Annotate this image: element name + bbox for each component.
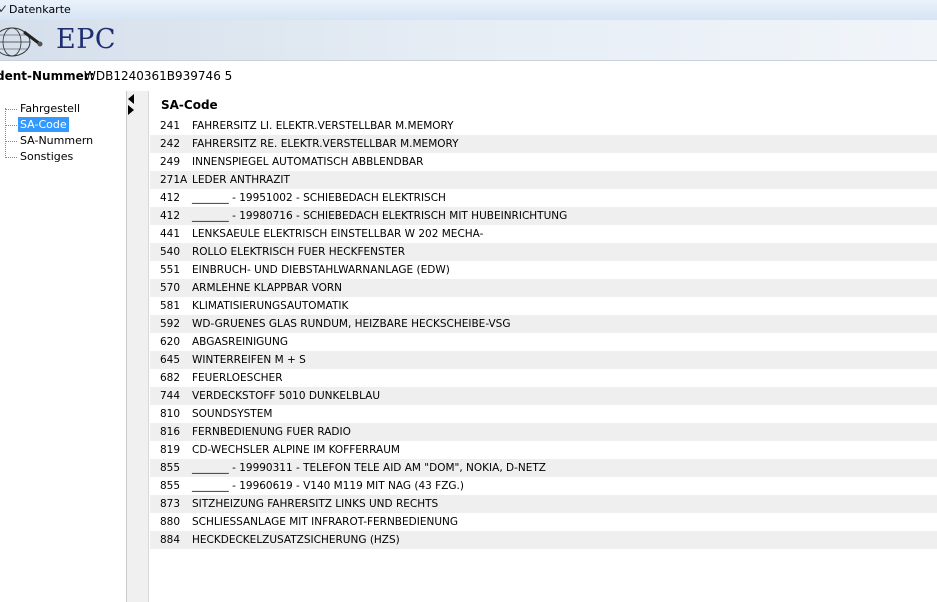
sa-code-cell: 620 (160, 336, 181, 348)
sa-description-cell: _______ - 19990311 - TELEFON TELE AID AM… (192, 462, 546, 474)
table-row[interactable]: 873 SITZHEIZUNG FAHRERSITZ LINKS UND RECH… (150, 495, 937, 513)
table-row[interactable]: 884 HECKDECKELZUSATZSICHERUNG (HZS) (150, 531, 937, 549)
sa-code-cell: 592 (160, 318, 181, 330)
table-row[interactable]: 682 FEUERLOESCHER (150, 369, 937, 387)
table-row[interactable]: 412 _______ - 19980716 - SCHIEBEDACH ELEK… (150, 207, 937, 225)
tree-item-sa-code[interactable]: SA-Code (5, 117, 69, 132)
table-row[interactable]: 592 WD-GRUENES GLAS RUNDUM, HEIZBARE HECK… (150, 315, 937, 333)
pane-splitter[interactable] (127, 91, 149, 602)
sa-code-table: 241 FAHRERSITZ LI. ELEKTR.VERSTELLBAR M.M… (150, 117, 937, 549)
table-row[interactable]: 645 WINTERREIFEN M + S (150, 351, 937, 369)
ident-label: dent-Nummer: (0, 69, 95, 83)
sa-code-cell: 819 (160, 444, 181, 456)
sa-code-cell: 884 (160, 534, 181, 546)
sa-description-cell: ROLLO ELEKTRISCH FUER HECKFENSTER (192, 246, 405, 258)
collapse-left-arrow-icon[interactable] (128, 94, 134, 104)
sa-code-panel: SA-Code 241 FAHRERSITZ LI. ELEKTR.VERSTEL… (150, 91, 937, 602)
sa-code-cell: 249 (160, 156, 181, 168)
sa-description-cell: _______ - 19960619 - V140 M119 MIT NAG (… (192, 480, 464, 492)
table-row[interactable]: 620 ABGASREINIGUNG (150, 333, 937, 351)
sa-code-cell: 242 (160, 138, 181, 150)
sa-code-cell: 412 (160, 192, 181, 204)
sa-description-cell: INNENSPIEGEL AUTOMATISCH ABBLENDBAR (192, 156, 424, 168)
sa-description-cell: EINBRUCH- UND DIEBSTAHLWARNANLAGE (EDW) (192, 264, 450, 276)
sa-code-cell: 744 (160, 390, 181, 402)
table-row[interactable]: 744 VERDECKSTOFF 5010 DUNKELBLAU (150, 387, 937, 405)
sa-code-cell: 645 (160, 354, 181, 366)
sa-code-cell: 581 (160, 300, 181, 312)
sa-code-cell: 855 (160, 462, 181, 474)
table-row[interactable]: 819 CD-WECHSLER ALPINE IM KOFFERRAUM (150, 441, 937, 459)
table-row[interactable]: 242 FAHRERSITZ RE. ELEKTR.VERSTELLBAR M.M… (150, 135, 937, 153)
tree-item-sa-nummern[interactable]: SA-Nummern (5, 134, 95, 148)
sa-description-cell: _______ - 19980716 - SCHIEBEDACH ELEKTRI… (192, 210, 568, 222)
epc-logo-text: EPC (56, 24, 117, 55)
sa-description-cell: FERNBEDIENUNG FUER RADIO (192, 426, 351, 438)
sa-code-cell: 241 (160, 120, 181, 132)
tree-item-label: SA-Nummern (20, 134, 94, 147)
table-row[interactable]: 570 ARMLEHNE KLAPPBAR VORN (150, 279, 937, 297)
sa-description-cell: VERDECKSTOFF 5010 DUNKELBLAU (192, 390, 381, 402)
table-row[interactable]: 271A LEDER ANTHRAZIT (150, 171, 937, 189)
sa-description-cell: FEUERLOESCHER (192, 372, 283, 384)
sa-description-cell: FAHRERSITZ RE. ELEKTR.VERSTELLBAR M.MEMO… (192, 138, 459, 150)
tree-item-label: Sonstiges (20, 150, 74, 163)
sa-description-cell: _______ - 19951002 - SCHIEBEDACH ELEKTRI… (192, 192, 446, 204)
sa-description-cell: CD-WECHSLER ALPINE IM KOFFERRAUM (192, 444, 400, 456)
table-row[interactable]: 241 FAHRERSITZ LI. ELEKTR.VERSTELLBAR M.M… (150, 117, 937, 135)
sa-description-cell: FAHRERSITZ LI. ELEKTR.VERSTELLBAR M.MEMO… (192, 120, 454, 132)
sa-description-cell: LENKSAEULE ELEKTRISCH EINSTELLBAR W 202 … (192, 228, 484, 240)
sa-code-cell: 810 (160, 408, 181, 420)
sa-code-cell: 412 (160, 210, 181, 222)
table-row[interactable]: 855 _______ - 19990311 - TELEFON TELE AID… (150, 459, 937, 477)
sa-code-cell: 540 (160, 246, 181, 258)
sa-code-cell: 873 (160, 498, 181, 510)
sa-code-cell: 880 (160, 516, 181, 528)
sa-description-cell: SOUNDSYSTEM (192, 408, 273, 420)
sa-code-cell: 682 (160, 372, 181, 384)
sa-description-cell: LEDER ANTHRAZIT (192, 174, 290, 186)
expand-right-arrow-icon[interactable] (128, 105, 134, 115)
sa-description-cell: ARMLEHNE KLAPPBAR VORN (192, 282, 342, 294)
sa-description-cell: SCHLIESSANLAGE MIT INFRAROT-FERNBEDIENUN… (192, 516, 458, 528)
tree-item-fahrgestell[interactable]: Fahrgestell (5, 102, 82, 116)
sa-code-cell: 570 (160, 282, 181, 294)
ident-bar: dent-Nummer: WDB1240361B939746 5 (0, 60, 937, 92)
table-row[interactable]: 581 KLIMATISIERUNGSAUTOMATIK (150, 297, 937, 315)
table-row[interactable]: 412 _______ - 19951002 - SCHIEBEDACH ELEK… (150, 189, 937, 207)
table-header: SA-Code (161, 98, 218, 112)
table-row[interactable]: 816 FERNBEDIENUNG FUER RADIO (150, 423, 937, 441)
sa-description-cell: WINTERREIFEN M + S (192, 354, 306, 366)
table-row[interactable]: 810 SOUNDSYSTEM (150, 405, 937, 423)
sa-description-cell: ABGASREINIGUNG (192, 336, 288, 348)
table-row[interactable]: 880 SCHLIESSANLAGE MIT INFRAROT-FERNBEDIE… (150, 513, 937, 531)
tree-item-sonstiges[interactable]: Sonstiges (5, 150, 75, 164)
sa-description-cell: HECKDECKELZUSATZSICHERUNG (HZS) (192, 534, 400, 546)
table-row[interactable]: 855 _______ - 19960619 - V140 M119 MIT NA… (150, 477, 937, 495)
table-row[interactable]: 551 EINBRUCH- UND DIEBSTAHLWARNANLAGE (ED… (150, 261, 937, 279)
window-title: Datenkarte (9, 3, 71, 16)
ident-value: WDB1240361B939746 5 (84, 69, 233, 83)
sa-description-cell: SITZHEIZUNG FAHRERSITZ LINKS UND RECHTS (192, 498, 439, 510)
app-icon: ✓ (0, 2, 9, 16)
sa-code-cell: 441 (160, 228, 181, 240)
navigation-tree (0, 91, 127, 602)
title-bar: ✓ Datenkarte (0, 0, 937, 21)
sa-code-cell: 816 (160, 426, 181, 438)
table-row[interactable]: 540 ROLLO ELEKTRISCH FUER HECKFENSTER (150, 243, 937, 261)
table-row[interactable]: 249 INNENSPIEGEL AUTOMATISCH ABBLENDBAR (150, 153, 937, 171)
sa-description-cell: WD-GRUENES GLAS RUNDUM, HEIZBARE HECKSCH… (192, 318, 511, 330)
tree-item-label: Fahrgestell (20, 102, 81, 115)
tree-item-label: SA-Code (18, 117, 69, 132)
globe-logo-icon (0, 27, 43, 57)
table-row[interactable]: 441 LENKSAEULE ELEKTRISCH EINSTELLBAR W 2… (150, 225, 937, 243)
sa-code-cell: 271A (160, 174, 188, 186)
sa-description-cell: KLIMATISIERUNGSAUTOMATIK (192, 300, 349, 312)
sa-code-cell: 551 (160, 264, 181, 276)
epc-banner: EPC (0, 20, 937, 60)
sa-code-cell: 855 (160, 480, 181, 492)
